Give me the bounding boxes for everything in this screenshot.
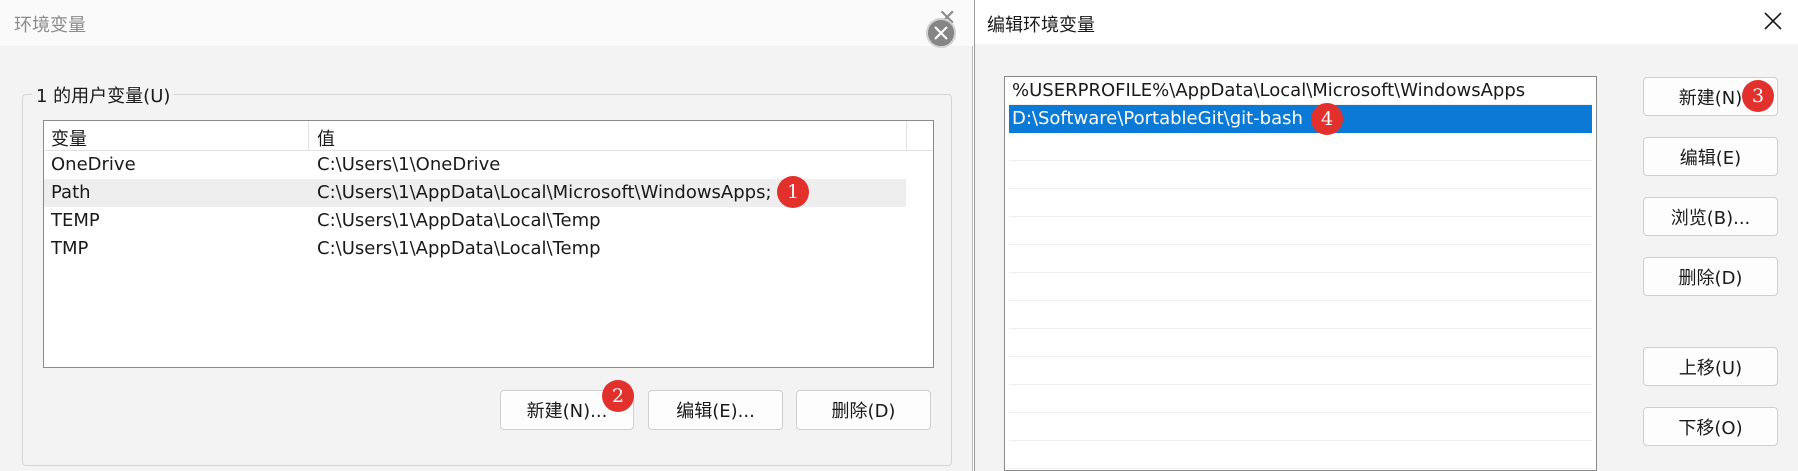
- edit-path-button[interactable]: 编辑(E): [1643, 137, 1778, 176]
- list-item[interactable]: [1009, 441, 1592, 469]
- path-entries-list[interactable]: %USERPROFILE%\AppData\Local\Microsoft\Wi…: [1004, 76, 1597, 471]
- title-bar: 编辑环境变量: [975, 0, 1798, 44]
- list-item[interactable]: [1009, 301, 1592, 329]
- step-marker-1: 1: [777, 176, 809, 208]
- path-entry-text: D:\Software\PortableGit\git-bash: [1012, 108, 1303, 129]
- user-variables-table: 变量 值 OneDrive C:\Users\1\OneDrive Path C…: [43, 120, 934, 368]
- variable-value: C:\Users\1\AppData\Local\Temp: [317, 210, 601, 231]
- move-down-button[interactable]: 下移(O): [1643, 407, 1778, 446]
- list-item[interactable]: [1009, 189, 1592, 217]
- list-item[interactable]: [1009, 413, 1592, 441]
- column-header-value[interactable]: 值: [317, 125, 335, 151]
- list-item[interactable]: [1009, 357, 1592, 385]
- move-up-button[interactable]: 上移(U): [1643, 347, 1778, 386]
- variable-value: C:\Users\1\AppData\Local\Microsoft\Windo…: [317, 182, 772, 203]
- list-item[interactable]: [1009, 217, 1592, 245]
- list-item[interactable]: [1009, 273, 1592, 301]
- table-row[interactable]: OneDrive C:\Users\1\OneDrive: [44, 151, 906, 179]
- list-item[interactable]: [1009, 133, 1592, 161]
- variable-value: C:\Users\1\OneDrive: [317, 154, 501, 175]
- column-divider[interactable]: [308, 121, 309, 151]
- list-item[interactable]: [1009, 161, 1592, 189]
- table-row[interactable]: TEMP C:\Users\1\AppData\Local\Temp: [44, 207, 906, 235]
- column-divider[interactable]: [906, 121, 907, 151]
- table-row[interactable]: TMP C:\Users\1\AppData\Local\Temp: [44, 235, 906, 263]
- edit-environment-variable-dialog: 编辑环境变量 %USERPROFILE%\AppData\Local\Micro…: [974, 0, 1798, 471]
- step-marker-4: 4: [1311, 103, 1343, 135]
- variable-name: Path: [51, 182, 91, 203]
- path-entry-text: %USERPROFILE%\AppData\Local\Microsoft\Wi…: [1012, 80, 1526, 101]
- table-header: 变量 值: [44, 121, 933, 151]
- variable-name: OneDrive: [51, 154, 136, 175]
- browse-button[interactable]: 浏览(B)...: [1643, 197, 1778, 236]
- column-header-variable[interactable]: 变量: [51, 125, 87, 151]
- edit-variable-button[interactable]: 编辑(E)...: [648, 390, 783, 430]
- variable-value: C:\Users\1\AppData\Local\Temp: [317, 238, 601, 259]
- delete-variable-button[interactable]: 删除(D): [796, 390, 931, 430]
- variable-name: TEMP: [51, 210, 100, 231]
- variable-name: TMP: [51, 238, 89, 259]
- list-item[interactable]: %USERPROFILE%\AppData\Local\Microsoft\Wi…: [1009, 77, 1592, 105]
- step-marker-3: 3: [1742, 80, 1774, 112]
- environment-variables-dialog: 环境变量 ✕ 1 的用户变量(U) 变量 值 OneDrive C:\Users…: [0, 0, 973, 471]
- list-item[interactable]: [1009, 329, 1592, 357]
- dialog-title: 环境变量: [14, 15, 86, 36]
- user-variables-group-label: 1 的用户变量(U): [32, 82, 175, 108]
- list-item[interactable]: [1009, 385, 1592, 413]
- list-item-selected[interactable]: D:\Software\PortableGit\git-bash: [1009, 105, 1592, 133]
- dialog-title: 编辑环境变量: [987, 15, 1095, 36]
- list-item[interactable]: [1009, 245, 1592, 273]
- close-circle-icon[interactable]: [926, 18, 956, 48]
- delete-path-button[interactable]: 删除(D): [1643, 257, 1778, 296]
- step-marker-2: 2: [602, 380, 634, 412]
- title-bar: 环境变量 ✕: [0, 0, 973, 46]
- close-icon[interactable]: [1761, 9, 1785, 33]
